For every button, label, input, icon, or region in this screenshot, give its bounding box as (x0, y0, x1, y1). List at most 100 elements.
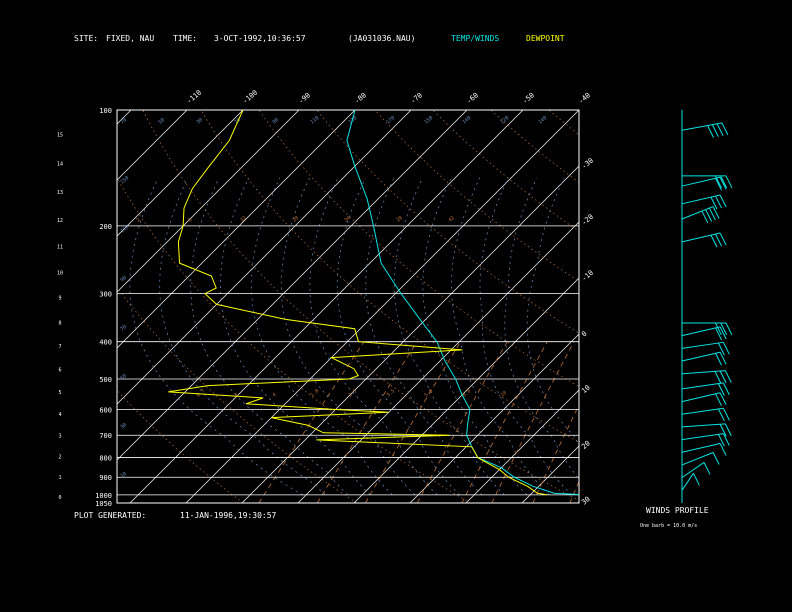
height-tick-label: 2 (58, 454, 61, 460)
pressure-tick-label: 900 (99, 474, 112, 482)
footer: PLOT GENERATED: 11-JAN-1996,19:30:57 WIN… (74, 506, 709, 529)
height-axis: 1514131211109876543210 (57, 132, 63, 501)
height-tick-label: 7 (58, 344, 61, 350)
header: SITE: FIXED, NAU TIME: 3-OCT-1992,10:36:… (74, 34, 565, 43)
wind-barb-feather (707, 125, 714, 138)
wind-barb-feather (722, 433, 730, 446)
mixing-ratio-line (569, 480, 579, 503)
wind-barb-feather (715, 195, 722, 209)
top-temp-label: -60 (465, 91, 480, 105)
mixing-ratio-line (416, 341, 508, 503)
moist-adiabat-line (504, 177, 579, 480)
height-tick-label: 8 (58, 320, 61, 326)
pressure-tick-label: 200 (99, 223, 112, 231)
wind-barb-feather (717, 434, 725, 447)
isotherm-line (129, 109, 524, 504)
dry-adiabat-line (258, 110, 579, 388)
pressure-tick-label: 400 (99, 339, 112, 347)
wind-barb-feather (722, 342, 730, 355)
moist-adiabat-line (526, 177, 579, 447)
wind-barb-shaft (681, 341, 724, 349)
mixing-ratio-label: 28 (395, 215, 403, 223)
theta-label: 30 (195, 117, 203, 125)
moist-adiabat-line (393, 177, 505, 496)
mixing-ratio-label: 5.0 (423, 388, 434, 398)
height-tick-label: 10 (57, 271, 63, 277)
dry-adiabat-line (607, 110, 792, 503)
wind-barb-shaft (681, 176, 721, 187)
barb-scale-note: One barb = 10.0 m/s (640, 523, 697, 529)
sounding-series (168, 110, 579, 496)
wind-barb-feather (725, 175, 733, 189)
right-temp-label: -20 (580, 213, 595, 227)
wind-barb-feather (720, 175, 728, 189)
wind-barb-feather (719, 392, 727, 406)
legend-temp-winds: TEMP/WINDS (451, 34, 499, 43)
wind-profile-panel (681, 110, 733, 503)
moist-adiabat-line (251, 177, 393, 496)
theta-label: 150 (119, 175, 130, 185)
isotherm-line (409, 333, 580, 504)
site-value: FIXED, NAU (106, 34, 154, 43)
pressure-tick-label: 1000 (95, 492, 112, 500)
isotherm-line (185, 109, 580, 504)
winds-profile-label: WINDS PROFILE (646, 506, 709, 515)
wind-barb-shaft (681, 194, 721, 205)
dry-adiabat-line (117, 286, 357, 503)
isotherm-lines (116, 109, 580, 504)
mixing-ratio-label: 6 (187, 217, 193, 224)
top-temp-label: -110 (185, 89, 203, 106)
theta-label: 30 (119, 422, 127, 430)
pressure-tick-label: 300 (99, 291, 112, 299)
wind-barb-feather (719, 424, 727, 437)
mixing-ratio-label: 12 (239, 215, 247, 223)
mixing-ratio-label: 3.5 (385, 388, 396, 398)
time-value: 3-OCT-1992,10:36:57 (214, 34, 306, 43)
top-temp-label: -90 (297, 91, 312, 105)
mixing-ratio-label: 1.0 (309, 388, 320, 398)
height-tick-label: 11 (57, 245, 63, 251)
wind-barb-feather (722, 382, 730, 396)
right-temp-label: 30 (580, 495, 592, 507)
height-tick-label: 6 (58, 367, 61, 373)
theta-label: 90 (271, 117, 279, 125)
wind-barb-feather (719, 351, 727, 365)
theta-label: 50 (119, 373, 127, 381)
wind-barb-feather (721, 122, 729, 136)
isotherm-line (116, 109, 356, 349)
time-label: TIME: (173, 34, 197, 43)
wind-barb-feather (717, 383, 725, 396)
theta-label: 140 (537, 115, 548, 125)
height-tick-label: 3 (58, 434, 61, 440)
wind-barb-shaft (681, 407, 724, 415)
plot-generated-label: PLOT GENERATED: (74, 511, 146, 520)
wind-barb-feather (724, 423, 732, 437)
pressure-tick-label: 100 (99, 107, 112, 115)
isotherm-line (116, 109, 412, 405)
right-temp-label: 10 (580, 384, 592, 396)
site-label: SITE: (74, 34, 98, 43)
wind-barb-feather (715, 233, 722, 247)
wind-barb-shaft (681, 443, 721, 453)
wind-barb-feather (725, 322, 733, 336)
dry-adiabat-line (432, 110, 579, 232)
skewt-chart: 10020030040050060070080090010001050 1514… (57, 34, 792, 529)
height-tick-label: 5 (58, 390, 61, 396)
wind-barb-shaft (681, 122, 722, 131)
wind-barb-feather (703, 462, 711, 475)
wind-barb-shaft (681, 392, 721, 403)
moist-adiabat-line (422, 177, 528, 496)
mixing-ratio-line (316, 341, 418, 503)
isotherm-line (116, 109, 300, 293)
moist-adiabat-line (129, 177, 303, 496)
isotherm-line (116, 109, 468, 461)
theta-label: 110 (309, 115, 320, 125)
top-temp-label: -70 (409, 91, 424, 105)
pressure-tick-label: 800 (99, 455, 112, 463)
right-temp-label: -10 (580, 269, 595, 283)
wind-barb-shaft (681, 461, 705, 479)
wind-barb-feather (715, 393, 722, 407)
mixing-ratio-line (365, 341, 461, 503)
wind-barb-shaft (681, 206, 714, 220)
isotherm-line (465, 389, 580, 504)
